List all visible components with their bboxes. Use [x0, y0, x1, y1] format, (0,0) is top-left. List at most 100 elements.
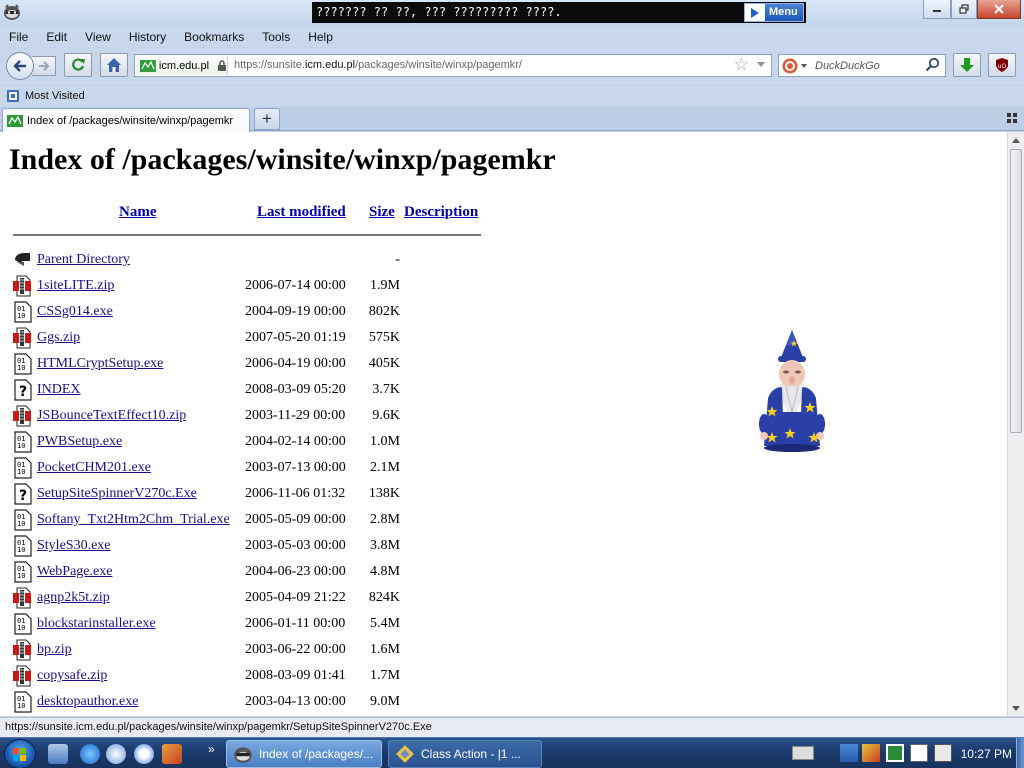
file-date: 2004-06-23 00:00	[245, 564, 346, 579]
display-tray-icon[interactable]	[910, 744, 928, 762]
menu-button[interactable]: Menu	[744, 3, 804, 22]
navigation-toolbar: icm.edu.pl https://sunsite.icm.edu.pl/pa…	[0, 48, 1024, 84]
file-link[interactable]: WebPage.exe	[37, 564, 112, 580]
menu-file[interactable]: File	[0, 30, 37, 44]
search-engine-selector[interactable]	[782, 58, 808, 74]
file-link[interactable]: agnp2k5t.zip	[37, 590, 110, 606]
file-link[interactable]: PWBSetup.exe	[37, 434, 122, 450]
file-link[interactable]: blockstarinstaller.exe	[37, 616, 156, 632]
app-tray-icon[interactable]	[934, 744, 952, 762]
download-arrow-icon	[960, 58, 974, 72]
back-button[interactable]	[6, 52, 34, 80]
new-tab-button[interactable]: +	[254, 108, 280, 130]
binary-icon: 0110	[14, 561, 32, 583]
menu-view[interactable]: View	[76, 30, 120, 44]
column-name-header[interactable]: Name	[119, 204, 157, 221]
file-link[interactable]: bp.zip	[37, 642, 72, 658]
search-bar[interactable]: DuckDuckGo	[778, 54, 946, 77]
most-visited-link[interactable]: Most Visited	[25, 90, 85, 102]
parent-directory-link[interactable]: Parent Directory	[37, 252, 130, 268]
url-text[interactable]: https://sunsite.icm.edu.pl/packages/wins…	[234, 59, 522, 71]
menu-bookmarks[interactable]: Bookmarks	[175, 30, 253, 44]
show-desktop-button[interactable]	[1016, 738, 1024, 768]
tab-favicon-icon	[7, 114, 23, 127]
taskbar-item-class-action[interactable]: Class Action - |1 ...	[388, 740, 542, 768]
file-size: 5.4M	[370, 616, 400, 631]
file-date: 2006-04-19 00:00	[245, 356, 346, 371]
unknown-icon: ?	[14, 483, 32, 505]
menu-tools[interactable]: Tools	[253, 30, 299, 44]
quicklaunch-expand-icon[interactable]: »	[208, 742, 215, 756]
scroll-up-icon[interactable]	[1009, 133, 1023, 147]
search-input[interactable]: DuckDuckGo	[815, 60, 880, 72]
site-identity-button[interactable]: icm.edu.pl	[136, 56, 228, 75]
file-size: 3.7K	[372, 382, 400, 397]
keyboard-tray-icon[interactable]	[792, 746, 814, 760]
paint-icon[interactable]	[162, 744, 182, 764]
svg-text:10: 10	[17, 546, 25, 554]
file-link[interactable]: 1siteLITE.zip	[37, 278, 114, 294]
reload-icon	[72, 58, 85, 71]
network-tray-icon[interactable]	[840, 744, 858, 762]
file-date: 2003-05-03 00:00	[245, 538, 346, 553]
file-date: 2004-09-19 00:00	[245, 304, 346, 319]
scroll-down-icon[interactable]	[1009, 701, 1023, 715]
downloads-button[interactable]	[953, 53, 981, 77]
menu-edit[interactable]: Edit	[37, 30, 76, 44]
antivirus-tray-icon[interactable]	[886, 744, 904, 762]
url-dropdown-icon[interactable]	[757, 62, 765, 67]
menu-history[interactable]: History	[120, 30, 175, 44]
list-all-tabs-icon[interactable]	[1007, 113, 1017, 123]
file-link[interactable]: HTMLCryptSetup.exe	[37, 356, 163, 372]
file-link[interactable]: PocketCHM201.exe	[37, 460, 151, 476]
file-link[interactable]: desktopauthor.exe	[37, 694, 138, 710]
file-link[interactable]: JSBounceTextEffect10.zip	[37, 408, 186, 424]
minimize-button[interactable]	[923, 0, 951, 19]
file-link[interactable]: SetupSiteSpinnerV270c.Exe	[37, 486, 197, 502]
duckduckgo-icon	[782, 58, 798, 74]
tab-title: Index of /packages/winsite/winxp/pagemkr	[27, 114, 234, 127]
home-button[interactable]	[100, 53, 128, 77]
title-bar: ??????? ?? ??, ??? ????????? ????. Menu	[0, 0, 1024, 27]
reload-button[interactable]	[64, 53, 92, 77]
column-last-modified-header[interactable]: Last modified	[257, 204, 346, 221]
file-link[interactable]: StyleS30.exe	[37, 538, 111, 554]
file-row: bp.zip 2003-06-22 00:00 1.6M	[0, 637, 420, 663]
file-size: 9.6K	[372, 408, 400, 423]
zip-icon	[13, 639, 31, 661]
file-link[interactable]: copysafe.zip	[37, 668, 107, 684]
column-description-header[interactable]: Description	[404, 204, 478, 221]
restore-button[interactable]	[951, 0, 977, 19]
tab-index-pagemkr[interactable]: Index of /packages/winsite/winxp/pagemkr	[2, 108, 250, 132]
start-button[interactable]	[4, 739, 36, 768]
show-desktop-quicklaunch-icon[interactable]	[48, 744, 68, 764]
file-date: 2007-05-20 01:19	[245, 330, 346, 345]
file-date: 2003-07-13 00:00	[245, 460, 346, 475]
internet-explorer-icon[interactable]	[80, 744, 100, 764]
file-date: 2003-04-13 00:00	[245, 694, 346, 709]
file-link[interactable]: Softany_Txt2Htm2Chm_Trial.exe	[37, 512, 230, 528]
zip-icon	[13, 327, 31, 349]
file-link[interactable]: Ggs.zip	[37, 330, 80, 346]
security-tray-icon[interactable]	[862, 744, 880, 762]
taskbar-clock[interactable]: 10:27 PM	[961, 747, 1012, 761]
close-button[interactable]	[977, 0, 1021, 19]
file-link[interactable]: INDEX	[37, 382, 81, 398]
file-row: 01 10 StyleS30.exe 2003-05-03 00:00 3.8M	[0, 533, 420, 559]
vertical-scrollbar[interactable]	[1007, 132, 1024, 716]
forward-button[interactable]	[32, 56, 56, 76]
taskbar-item-firefox[interactable]: Index of /packages/...	[226, 740, 382, 768]
menu-help[interactable]: Help	[299, 30, 342, 44]
search-icon[interactable]	[925, 57, 941, 73]
raccoon-logo-icon[interactable]	[3, 3, 21, 21]
media-player-icon[interactable]	[134, 744, 154, 764]
file-row: copysafe.zip 2008-03-09 01:41 1.7M	[0, 663, 420, 689]
bookmark-star-icon[interactable]: ☆	[734, 55, 749, 75]
ublock-button[interactable]: uO	[988, 53, 1016, 77]
scrollbar-thumb[interactable]	[1010, 149, 1022, 433]
url-bar[interactable]: icm.edu.pl https://sunsite.icm.edu.pl/pa…	[134, 54, 772, 77]
column-size-header[interactable]: Size	[369, 204, 395, 221]
file-size: 802K	[368, 304, 400, 319]
firefox-quicklaunch-icon[interactable]	[106, 744, 126, 764]
file-link[interactable]: CSSg014.exe	[37, 304, 113, 320]
